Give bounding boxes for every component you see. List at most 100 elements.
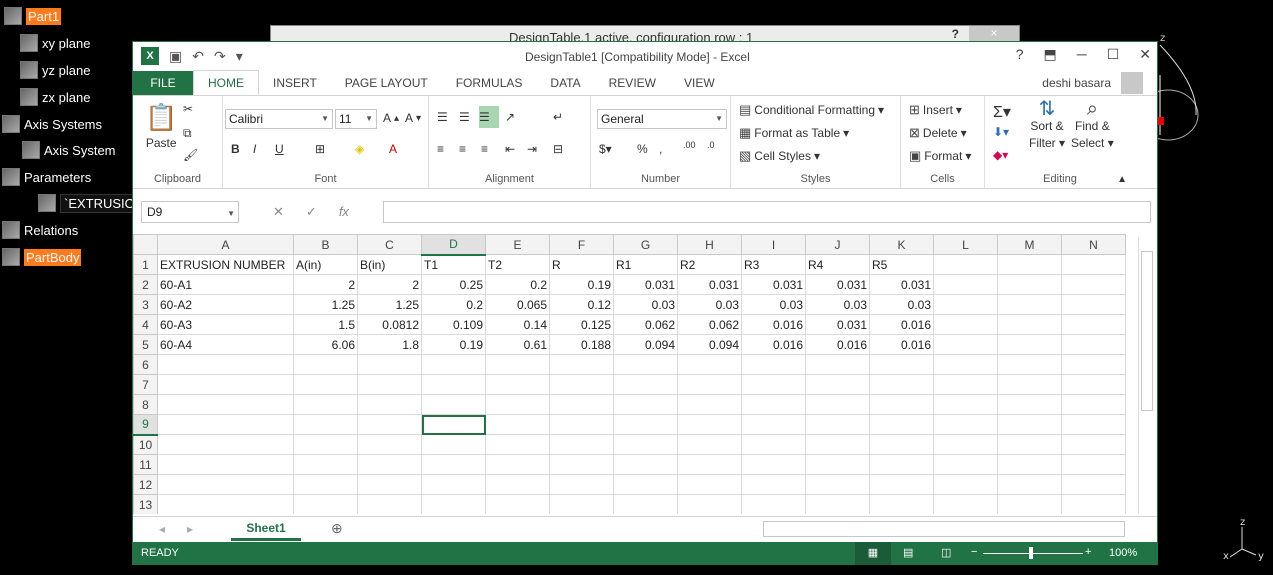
normal-view-icon[interactable]: ▦ [855,542,891,565]
cell[interactable] [997,474,1062,495]
tree-item[interactable]: Part1 [4,4,62,28]
cell[interactable] [549,414,614,435]
cell[interactable] [933,494,998,514]
cell[interactable] [741,374,806,395]
cell[interactable]: 0.2 [485,274,550,295]
cell[interactable] [549,374,614,395]
cell[interactable]: 60-A2 [157,294,294,315]
column-header[interactable]: M [997,234,1062,255]
cell[interactable] [997,374,1062,395]
cell[interactable] [549,474,614,495]
shrink-font-icon[interactable]: A ▾ [405,111,421,125]
align-bottom-icon[interactable]: ☰ [479,106,499,128]
cell[interactable] [421,474,486,495]
cell[interactable] [1061,454,1126,475]
cell[interactable] [933,414,998,435]
cell[interactable]: 0.03 [869,294,934,315]
cell[interactable]: R2 [677,254,742,275]
align-center-icon[interactable]: ≡ [459,142,466,156]
row-header[interactable]: 10 [133,434,158,455]
cell[interactable]: 0.14 [485,314,550,335]
cell[interactable] [997,354,1062,375]
tab-file[interactable]: FILE [133,71,193,95]
cell[interactable]: T1 [421,254,486,275]
row-header[interactable]: 5 [133,334,158,355]
cell[interactable]: 1.25 [357,294,422,315]
avatar[interactable] [1121,72,1143,94]
row-header[interactable]: 7 [133,374,158,395]
cell[interactable] [741,454,806,475]
cell[interactable]: R1 [613,254,678,275]
cell[interactable] [357,374,422,395]
cell[interactable] [933,394,998,415]
cell[interactable]: 0.031 [613,274,678,295]
cell[interactable] [1061,314,1126,335]
column-header[interactable]: G [613,234,678,255]
cell[interactable]: 2 [357,274,422,295]
cell[interactable] [997,394,1062,415]
merge-center-icon[interactable]: ⊟ [553,142,563,156]
cell[interactable] [805,354,870,375]
cell[interactable] [421,374,486,395]
font-name-select[interactable]: Calibri ▼ [225,109,333,129]
column-header[interactable]: C [357,234,422,255]
scroll-thumb[interactable] [1141,251,1153,411]
customize-qat-icon[interactable]: ▾ [236,48,243,65]
cell[interactable]: 0.19 [421,334,486,355]
cell[interactable]: 0.25 [421,274,486,295]
cell[interactable] [613,434,678,455]
cell[interactable] [293,374,358,395]
cell[interactable] [157,354,294,375]
row-header[interactable]: 1 [133,254,158,275]
cell[interactable]: 0.031 [805,314,870,335]
cell[interactable] [293,494,358,514]
cell[interactable] [805,414,870,435]
cell[interactable] [933,334,998,355]
cell[interactable] [421,494,486,514]
bold-button[interactable]: B [231,142,240,156]
cell[interactable] [869,494,934,514]
tree-item[interactable]: Axis Systems [2,112,102,136]
tree-item[interactable]: xy plane [20,31,90,55]
redo-icon[interactable]: ↷ [214,48,226,65]
cell[interactable] [485,454,550,475]
cell[interactable] [933,354,998,375]
format-cells-button[interactable]: ▣ Format ▾ [909,148,971,164]
tree-item[interactable]: Relations [2,218,78,242]
tab-insert[interactable]: INSERT [259,71,331,95]
cell[interactable]: 0.109 [421,314,486,335]
sort-filter-button[interactable]: ⇅ Sort & Filter ▾ [1029,99,1065,150]
cell[interactable]: R5 [869,254,934,275]
cell[interactable] [997,274,1062,295]
cell[interactable] [549,454,614,475]
cell[interactable] [741,394,806,415]
cell[interactable]: 60-A3 [157,314,294,335]
cell[interactable]: 0.031 [805,274,870,295]
cell[interactable]: R4 [805,254,870,275]
cell[interactable]: 0.03 [613,294,678,315]
cell[interactable] [485,434,550,455]
cell[interactable]: 0.065 [485,294,550,315]
row-header[interactable]: 9 [133,414,158,436]
horizontal-scrollbar[interactable] [763,521,1125,537]
cell[interactable]: 0.062 [613,314,678,335]
row-header[interactable]: 4 [133,314,158,335]
undo-icon[interactable]: ↶ [192,48,204,65]
borders-icon[interactable]: ⊞ [315,142,325,156]
cell[interactable]: R [549,254,614,275]
row-header[interactable]: 3 [133,294,158,315]
cell[interactable] [933,474,998,495]
new-sheet-icon[interactable]: ⊕ [331,520,343,537]
grow-font-icon[interactable]: A ▴ [383,111,399,125]
cell[interactable] [741,354,806,375]
cell[interactable] [421,454,486,475]
tab-data[interactable]: DATA [536,71,594,95]
cell[interactable] [933,294,998,315]
cell[interactable] [805,434,870,455]
cell[interactable] [933,434,998,455]
format-as-table-button[interactable]: ▦ Format as Table ▾ [739,125,849,141]
zoom-in-icon[interactable]: + [1085,546,1091,558]
collapse-ribbon-icon[interactable]: ▲ [1117,174,1127,185]
cell[interactable] [869,434,934,455]
tree-item[interactable]: Parameters [2,165,91,189]
